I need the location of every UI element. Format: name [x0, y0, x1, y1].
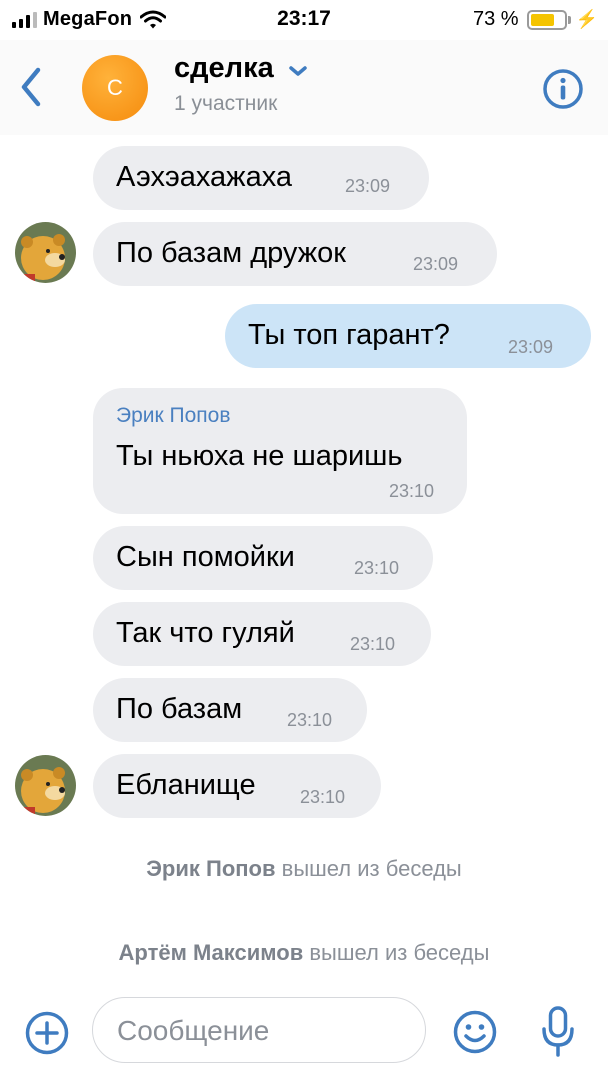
chevron-down-icon: [288, 65, 307, 76]
message-bubble[interactable]: Так что гуляй 23:10: [93, 602, 431, 666]
message-text: По базам дружок: [116, 237, 346, 269]
chat-title[interactable]: сделка: [174, 52, 308, 85]
message-time: 23:10: [354, 558, 400, 578]
service-action: вышел из беседы: [309, 940, 490, 965]
user-avatar[interactable]: [15, 755, 76, 816]
service-action: вышел из беседы: [281, 856, 462, 881]
message-text: Сын помойки: [116, 541, 295, 573]
battery-cap: [567, 15, 571, 24]
service-message: Артём Максимов вышел из беседы: [0, 940, 608, 966]
attach-button[interactable]: [24, 1010, 70, 1056]
service-user-name[interactable]: Артём Максимов: [119, 940, 304, 965]
message-bubble[interactable]: По базам 23:10: [93, 678, 367, 742]
voice-button[interactable]: [540, 1005, 576, 1059]
back-button[interactable]: [14, 64, 50, 110]
service-message: Эрик Попов вышел из беседы: [0, 856, 608, 882]
message-time: 23:10: [287, 710, 333, 730]
message-sender[interactable]: Эрик Попов: [116, 404, 231, 428]
message-text: Так что гуляй: [116, 617, 295, 649]
chat-header: С сделка 1 участник: [0, 40, 608, 135]
message-input-placeholder: Сообщение: [117, 1015, 270, 1046]
message-bubble[interactable]: Аэхэахажаха 23:09: [93, 146, 429, 210]
plus-icon: [25, 1011, 69, 1055]
service-user-name[interactable]: Эрик Попов: [146, 856, 275, 881]
message-time: 23:09: [345, 176, 391, 196]
microphone-icon: [542, 1006, 574, 1057]
outgoing-message-bubble[interactable]: Ты топ гарант? 23:09: [225, 304, 591, 368]
chevron-left-icon: [21, 67, 41, 107]
battery-percent: 73 %: [472, 8, 519, 30]
message-text: Ебланище: [116, 769, 256, 801]
chat-members-count: 1 участник: [174, 92, 278, 115]
chat-title-text: сделка: [174, 52, 274, 84]
bear-avatar-icon: [15, 755, 76, 816]
message-time: 23:10: [300, 787, 346, 807]
user-avatar[interactable]: [15, 222, 76, 283]
message-time: 23:10: [350, 634, 396, 654]
charging-icon: ⚡: [575, 9, 598, 29]
message-text: Ты ньюха не шаришь: [116, 440, 403, 472]
message-input[interactable]: Сообщение: [92, 997, 426, 1063]
message-bubble[interactable]: По базам дружок 23:09: [93, 222, 497, 286]
chat-avatar-letter: С: [107, 75, 123, 100]
smile-icon: [453, 1010, 497, 1054]
status-right: 73 % ⚡: [473, 8, 598, 31]
chat-avatar[interactable]: С: [82, 55, 148, 121]
battery-icon: [526, 9, 567, 30]
message-time: 23:09: [508, 337, 554, 357]
message-text: Ты топ гарант?: [248, 319, 450, 351]
bear-avatar-icon: [15, 222, 76, 283]
emoji-button[interactable]: [452, 1009, 498, 1055]
message-text: Аэхэахажаха: [116, 161, 293, 193]
message-bubble[interactable]: Сын помойки 23:10: [93, 526, 433, 590]
message-bubble[interactable]: Ебланище 23:10: [93, 754, 381, 818]
message-text: По базам: [116, 693, 243, 725]
battery-level: [530, 13, 554, 26]
status-bar: MegaFon 23:17 73 % ⚡: [0, 0, 608, 40]
message-time: 23:10: [389, 481, 435, 501]
message-bubble[interactable]: Эрик Попов Ты ньюха не шаришь 23:10: [93, 388, 467, 514]
info-button[interactable]: [542, 68, 584, 110]
composer-bar: Сообщение: [0, 985, 608, 1080]
info-icon: [543, 69, 583, 109]
message-time: 23:09: [413, 254, 459, 274]
